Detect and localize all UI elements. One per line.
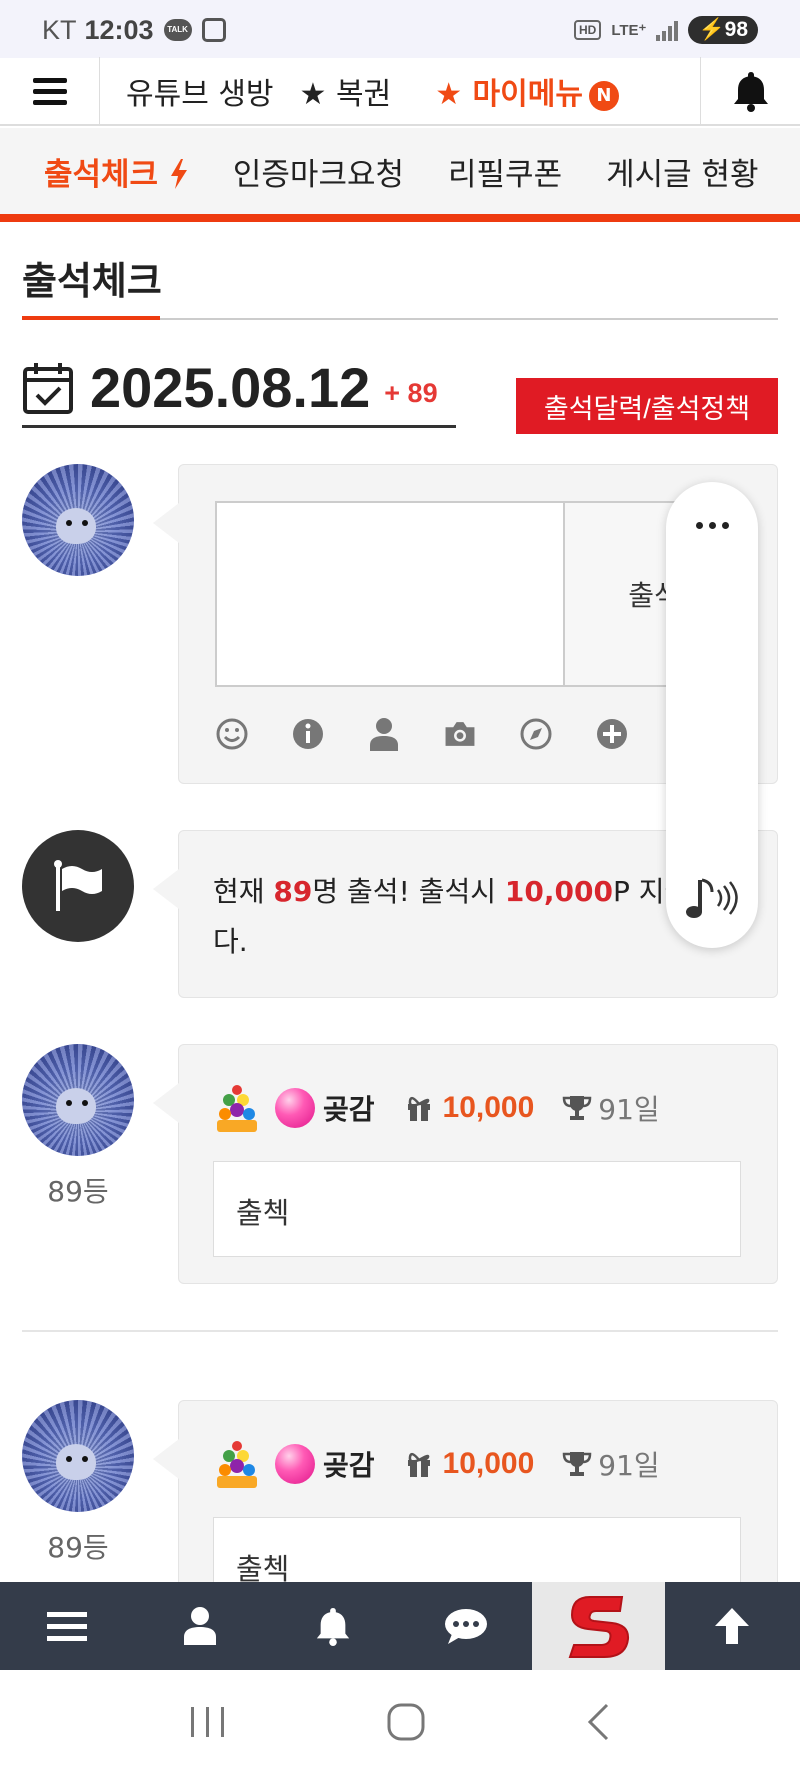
date-row: 2025.08.12 + 89 — [22, 350, 456, 428]
avatar — [22, 1400, 134, 1512]
flag-icon — [54, 860, 102, 911]
more-options-icon[interactable] — [666, 522, 758, 529]
battery-indicator: ⚡98 — [688, 16, 758, 44]
attendance-days: 91일 — [598, 1093, 660, 1126]
signal-icon — [656, 19, 679, 41]
camera-icon[interactable] — [443, 717, 477, 751]
hd-icon: HD — [574, 20, 602, 40]
user-nickname[interactable]: 곶감 — [323, 1088, 375, 1128]
attendance-date: 2025.08.12 — [90, 356, 371, 419]
notification-button[interactable] — [700, 57, 800, 125]
trophy-icon — [563, 1096, 592, 1120]
bell-icon — [733, 72, 768, 112]
calendar-check-icon — [23, 362, 73, 414]
trophy-icon — [563, 1452, 592, 1476]
arrow-up-icon — [714, 1608, 749, 1644]
sound-icon[interactable] — [684, 874, 740, 928]
level-badge-icon — [213, 1438, 261, 1490]
clock: 12:03 — [84, 14, 154, 45]
home-icon[interactable] — [386, 1702, 426, 1746]
attendance-count: + 89 — [384, 378, 438, 408]
attendance-entry: 곶감 10,000 91일 출첵 — [153, 1044, 778, 1284]
tab-post-status[interactable]: 게시글 현황 — [606, 149, 758, 194]
emoticon-icon[interactable] — [215, 717, 249, 751]
menu-icon — [46, 1612, 87, 1641]
attendance-policy-button[interactable]: 출석달력/출석정책 — [516, 378, 778, 434]
user-icon[interactable] — [367, 717, 401, 751]
tab-refill-coupon[interactable]: 리필쿠폰 — [448, 149, 562, 194]
points-earned: 10,000 — [442, 1447, 535, 1480]
floating-panel — [666, 482, 758, 948]
nav-my-menu[interactable]: ★ 마이메뉴 N — [435, 69, 619, 113]
rank-label: 89등 — [47, 1175, 109, 1208]
entry-message: 출첵 — [213, 1161, 741, 1257]
bottom-bar — [0, 1582, 800, 1670]
info-icon[interactable] — [291, 717, 325, 751]
top-nav: 유튜브 생방 ★ 복권 ★ 마이메뉴 N — [0, 57, 800, 126]
gallery-icon — [201, 18, 226, 42]
user-nickname[interactable]: 곶감 — [323, 1444, 375, 1484]
nav-lottery[interactable]: ★ 복권 — [300, 69, 392, 113]
bottom-notification-button[interactable] — [266, 1582, 399, 1670]
avatar — [22, 1044, 134, 1156]
bottom-chat-button[interactable] — [399, 1582, 532, 1670]
carrier-label: KT — [42, 14, 77, 45]
logo-icon — [568, 1596, 629, 1658]
rank-label: 89등 — [47, 1531, 109, 1564]
user-icon — [183, 1607, 216, 1645]
tab-cert-mark[interactable]: 인증마크요청 — [233, 149, 404, 194]
gift-icon — [407, 1452, 430, 1477]
scroll-top-button[interactable] — [665, 1582, 798, 1670]
back-icon[interactable] — [585, 1702, 611, 1746]
avatar — [22, 464, 134, 576]
compose-toolbar — [215, 717, 629, 751]
lightning-icon — [170, 158, 187, 189]
flag-avatar — [22, 830, 134, 942]
candy-badge-icon — [275, 1088, 315, 1128]
network-label: LTE⁺ — [611, 22, 647, 39]
title-accent-bar — [22, 316, 160, 320]
system-nav-bar — [0, 1670, 800, 1778]
bell-icon — [316, 1607, 349, 1646]
nav-youtube-live[interactable]: 유튜브 생방 — [126, 69, 274, 113]
site-logo-button[interactable] — [532, 1582, 665, 1670]
compass-icon[interactable] — [519, 717, 553, 751]
entry-divider — [22, 1330, 778, 1332]
plus-icon[interactable] — [595, 717, 629, 751]
candy-badge-icon — [275, 1444, 315, 1484]
gift-icon — [407, 1096, 430, 1121]
chat-icon — [444, 1609, 487, 1644]
bottom-profile-button[interactable] — [133, 1582, 266, 1670]
new-badge: N — [588, 80, 619, 111]
kakaotalk-icon: TALK — [163, 19, 192, 41]
page-title: 출석체크 — [22, 259, 162, 303]
comment-input[interactable] — [215, 501, 565, 687]
recent-apps-icon[interactable] — [189, 1705, 227, 1743]
status-bar: KT 12:03 TALK HD LTE⁺ ⚡98 — [0, 0, 800, 60]
level-badge-icon — [213, 1082, 261, 1134]
points-earned: 10,000 — [442, 1091, 535, 1124]
tab-attendance[interactable]: 출석체크 — [44, 149, 189, 194]
sub-tabs: 출석체크 인증마크요청 리필쿠폰 게시글 현황 — [0, 128, 800, 222]
bottom-menu-button[interactable] — [0, 1582, 133, 1670]
menu-icon[interactable] — [0, 57, 100, 125]
attendance-days: 91일 — [598, 1449, 660, 1482]
